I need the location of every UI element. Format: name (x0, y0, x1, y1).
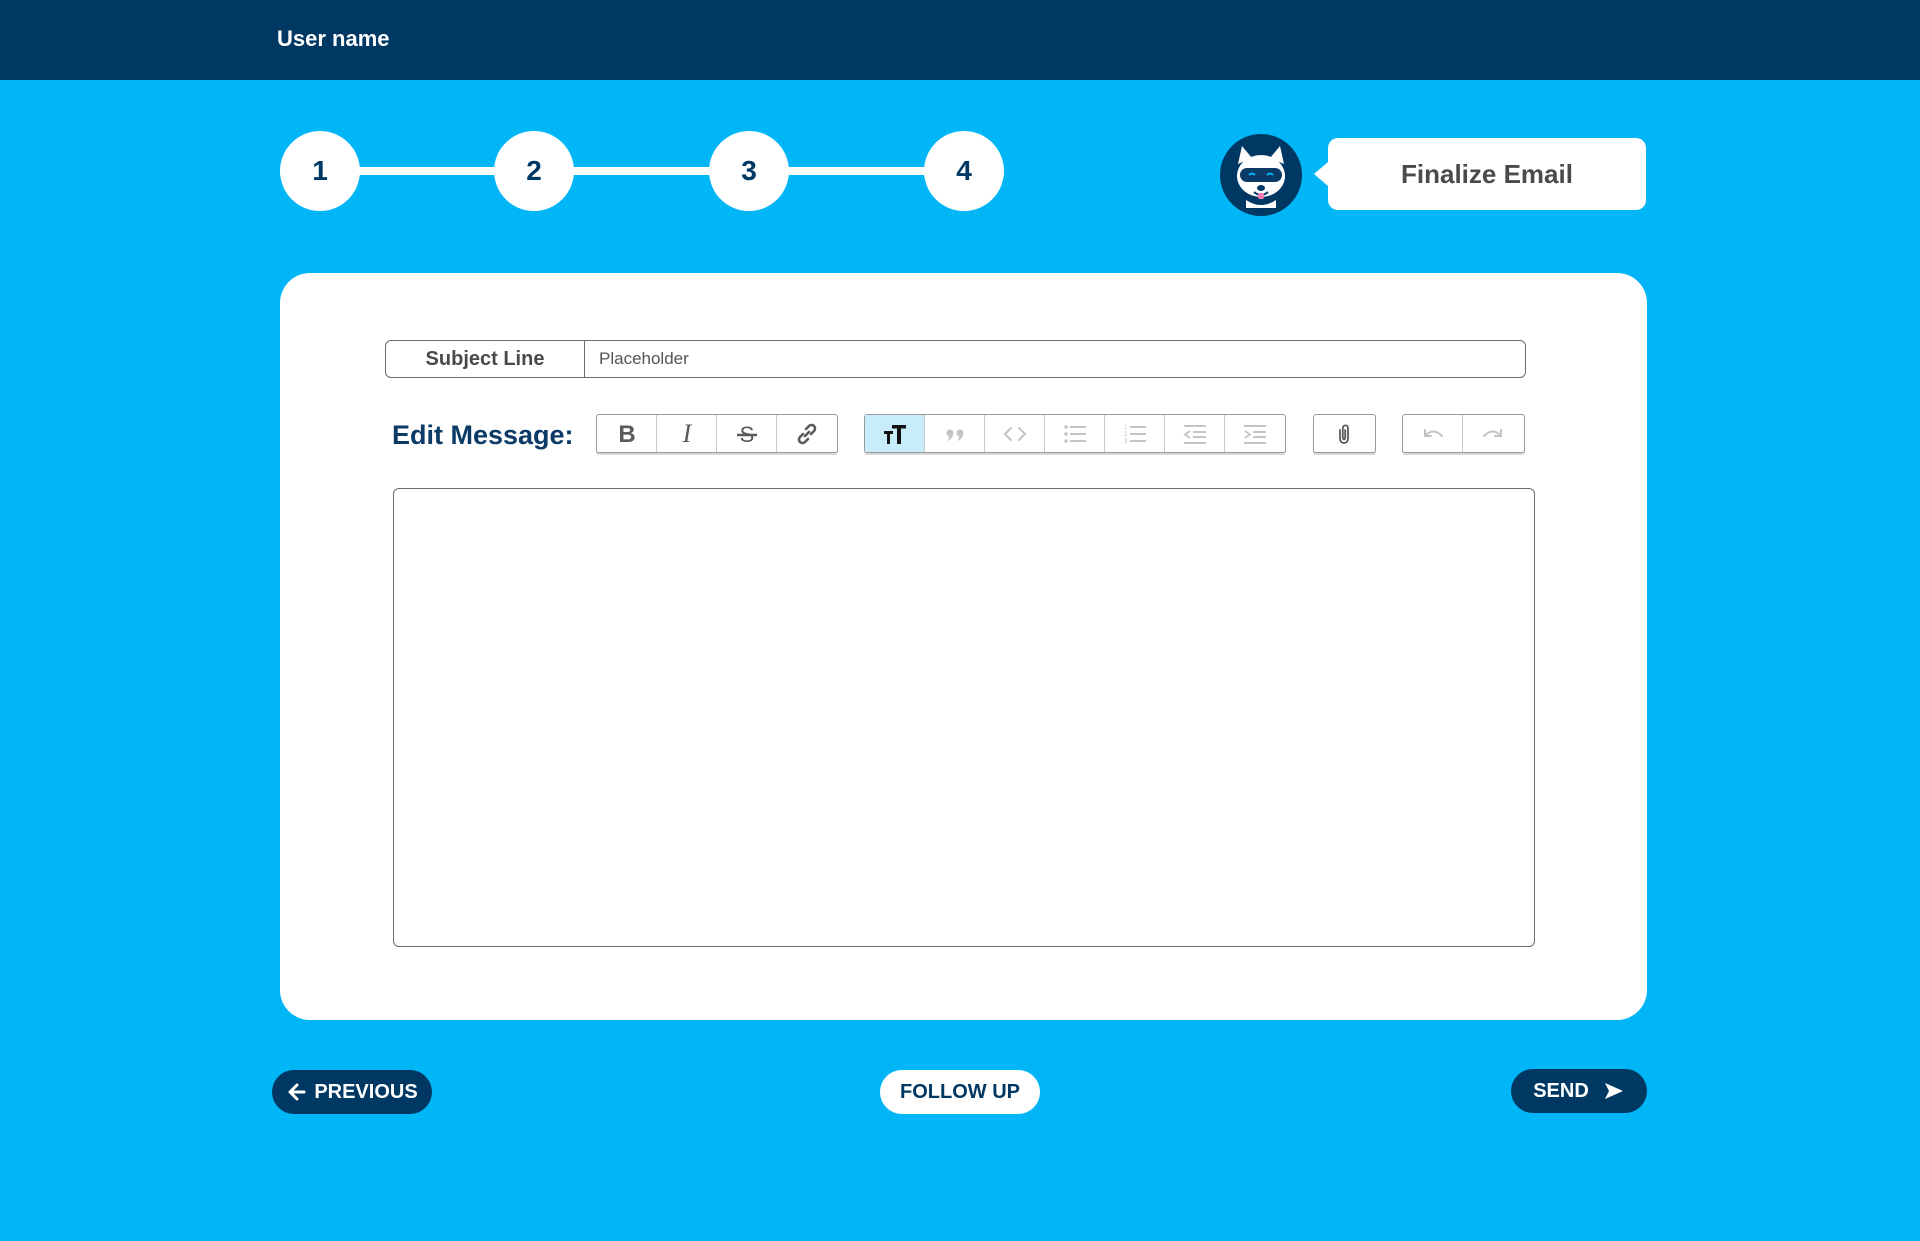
undo-button[interactable] (1403, 415, 1463, 452)
outdent-icon (1182, 424, 1206, 444)
send-button[interactable]: SEND (1511, 1069, 1647, 1113)
svg-text:2: 2 (1124, 432, 1128, 438)
username[interactable]: User name (277, 26, 390, 52)
bold-button[interactable]: B (597, 415, 657, 452)
toolbar-format-group: B I S (596, 414, 838, 453)
numbered-list-button[interactable]: 123 (1105, 415, 1165, 452)
step-2[interactable]: 2 (494, 131, 574, 211)
stepper-track (350, 167, 992, 175)
follow-up-label: FOLLOW UP (900, 1080, 1020, 1103)
indent-icon (1244, 424, 1266, 444)
edit-message-label: Edit Message: (392, 420, 574, 450)
toolbar-history-group (1402, 414, 1525, 453)
svg-text:3: 3 (1124, 439, 1128, 445)
top-bar: User name (0, 0, 1920, 80)
send-arrow-icon (1604, 1083, 1623, 1099)
step-3[interactable]: 3 (709, 131, 789, 211)
mascot-avatar (1220, 134, 1302, 216)
bold-icon: B (618, 421, 635, 447)
outdent-button[interactable] (1165, 415, 1225, 452)
bullet-list-icon (1063, 424, 1086, 443)
step-1[interactable]: 1 (280, 131, 360, 211)
quote-button[interactable] (925, 415, 985, 452)
text-size-icon (883, 424, 906, 444)
attachment-icon (1339, 424, 1349, 444)
send-label: SEND (1533, 1079, 1589, 1102)
strikethrough-button[interactable]: S (717, 415, 777, 452)
assistant-bubble: Finalize Email (1314, 138, 1646, 210)
redo-icon (1483, 428, 1502, 437)
svg-text:1: 1 (1124, 425, 1128, 431)
quote-icon (946, 429, 963, 441)
bullet-list-button[interactable] (1045, 415, 1105, 452)
svg-text:B: B (618, 421, 635, 447)
numbered-list-icon: 123 (1124, 425, 1146, 445)
link-icon (797, 423, 817, 444)
italic-button[interactable]: I (657, 415, 717, 452)
code-button[interactable] (985, 415, 1045, 452)
attachment-button[interactable] (1314, 415, 1374, 452)
toolbar-block-group: 123 (864, 414, 1286, 453)
subject-input[interactable] (585, 341, 1525, 377)
arrow-left-icon (288, 1083, 306, 1101)
toolbar-attach-group (1313, 414, 1376, 453)
previous-button[interactable]: PREVIOUS (272, 1070, 432, 1114)
italic-icon: I (681, 421, 692, 447)
previous-label: PREVIOUS (314, 1080, 418, 1103)
link-button[interactable] (777, 415, 837, 452)
strikethrough-icon: S (736, 422, 757, 447)
indent-button[interactable] (1225, 415, 1285, 452)
text-size-button[interactable] (865, 415, 925, 452)
code-icon (1003, 426, 1026, 441)
follow-up-button[interactable]: FOLLOW UP (880, 1070, 1040, 1114)
subject-line-label: Subject Line (386, 341, 585, 377)
subject-line-field: Subject Line (385, 340, 1526, 378)
undo-icon (1423, 428, 1443, 437)
svg-text:I: I (681, 421, 692, 447)
message-editor[interactable] (393, 488, 1535, 947)
redo-button[interactable] (1463, 415, 1523, 452)
assistant-message: Finalize Email (1401, 158, 1573, 189)
step-4[interactable]: 4 (924, 131, 1004, 211)
